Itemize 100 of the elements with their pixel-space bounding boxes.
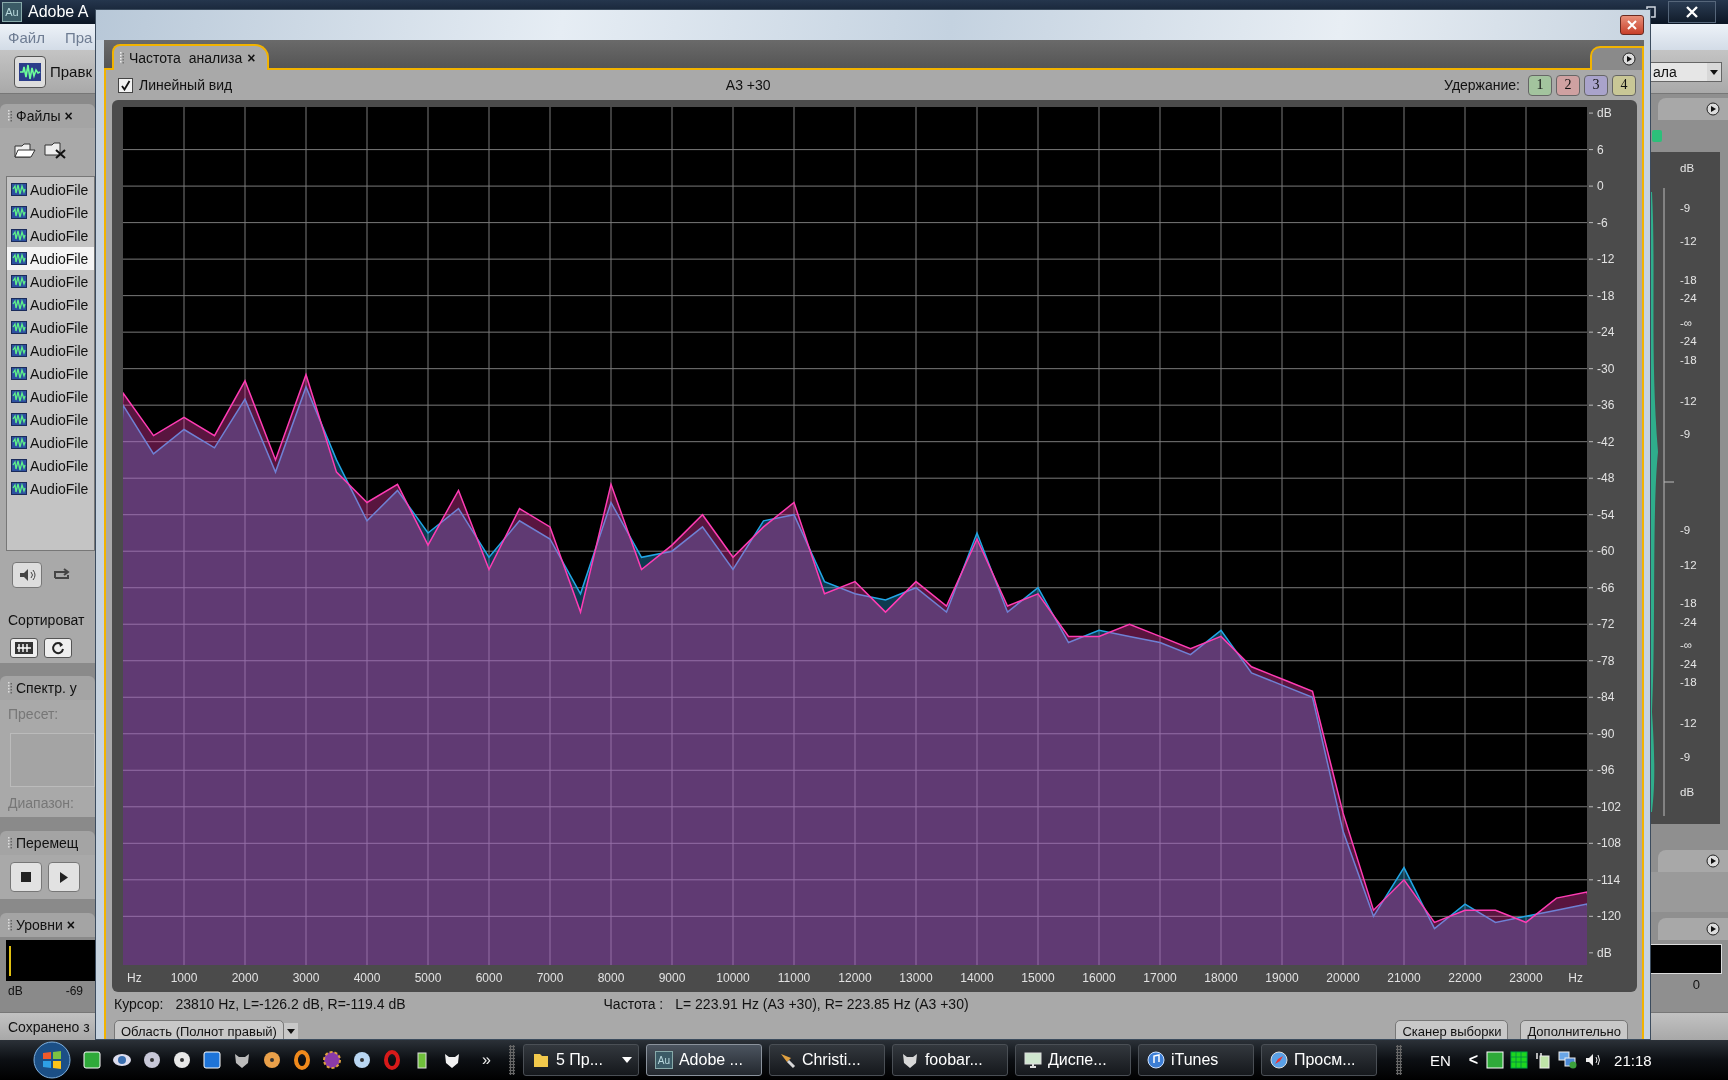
close-button[interactable]: × [66, 917, 75, 933]
waveform-file-icon [11, 275, 27, 288]
power-plug-icon[interactable] [1534, 1051, 1553, 1069]
panel-menu-icon[interactable] [1622, 52, 1636, 66]
waveform-file-icon [11, 321, 27, 334]
panel-tab[interactable]: Перемещ [0, 831, 95, 855]
workspace-dropdown[interactable]: ала [1650, 61, 1722, 82]
file-item[interactable]: AudioFile [7, 201, 94, 224]
file-item[interactable]: AudioFile [7, 362, 94, 385]
refresh-button[interactable] [44, 638, 72, 658]
panel-menu-icon[interactable] [1706, 854, 1720, 868]
monitor-icon [1023, 1051, 1042, 1069]
file-item[interactable]: AudioFile [7, 224, 94, 247]
panel-tab[interactable]: Спектр. у [0, 676, 95, 700]
linear-view-checkbox[interactable]: Линейный вид [118, 77, 233, 93]
workspace-button[interactable] [14, 55, 46, 88]
panel-tab[interactable]: Частота анализа × [112, 44, 270, 70]
panel-button[interactable]: Сканер выборки [1395, 1020, 1509, 1039]
file-item[interactable]: AudioFile [7, 454, 94, 477]
close-button[interactable] [1620, 15, 1644, 35]
hold-button[interactable]: 4 [1612, 74, 1636, 96]
axis-label: 18000 [1204, 971, 1238, 985]
taskbar-button[interactable]: 5 Пр... [522, 1044, 639, 1076]
book-icon[interactable] [202, 1050, 222, 1070]
panel-tab[interactable] [1658, 850, 1728, 872]
preview-button[interactable] [12, 562, 42, 588]
hold-button[interactable]: 1 [1528, 74, 1552, 96]
file-item[interactable]: AudioFile [7, 178, 94, 201]
network-icon[interactable] [1558, 1051, 1579, 1069]
file-item[interactable]: AudioFile [7, 339, 94, 362]
waveform-file-icon [11, 252, 27, 265]
folder-remove-icon[interactable] [44, 141, 66, 159]
overflow-button[interactable]: » [482, 1051, 491, 1069]
axis-label: -30 [1597, 361, 1615, 376]
file-item[interactable]: AudioFile [7, 431, 94, 454]
axis-label: 4000 [353, 971, 381, 985]
gear-icon[interactable] [322, 1050, 342, 1070]
folder-icon [531, 1051, 550, 1069]
grip-icon [8, 682, 12, 694]
panel-menu-icon[interactable] [1706, 102, 1720, 116]
language-indicator[interactable]: EN [1429, 1051, 1451, 1069]
scale-label: -24 [1680, 335, 1697, 347]
disc-icon[interactable] [142, 1050, 162, 1070]
scale-label: -12 [1680, 235, 1697, 247]
disc-icon[interactable] [352, 1050, 372, 1070]
panel-tab[interactable] [1658, 918, 1728, 940]
scale-label: dB [8, 984, 23, 998]
file-item[interactable]: AudioFile [7, 247, 94, 270]
clock[interactable]: 21:18 [1614, 1051, 1652, 1069]
file-item[interactable]: AudioFile [7, 270, 94, 293]
open-folder-icon[interactable] [14, 141, 36, 159]
axis-label: -120 [1597, 909, 1622, 924]
hold-button[interactable]: 2 [1556, 74, 1580, 96]
axis-label: -18 [1597, 288, 1615, 303]
close-button[interactable]: × [247, 50, 256, 66]
scale-label: -18 [1680, 354, 1697, 366]
grid-icon[interactable] [1510, 1051, 1529, 1069]
panel-tab[interactable]: Уровни × [0, 913, 95, 937]
disc-icon[interactable] [172, 1050, 192, 1070]
taskbar-button[interactable]: Au Adobe ... [645, 1044, 762, 1076]
taskbar-button[interactable]: Просм... [1260, 1044, 1377, 1076]
stop-button[interactable] [10, 862, 42, 892]
hold-button[interactable]: 3 [1584, 74, 1608, 96]
square-icon[interactable] [1486, 1051, 1505, 1069]
scale-label: -24 [1680, 658, 1697, 670]
sort-button[interactable] [10, 638, 38, 658]
axis-label: -36 [1597, 398, 1615, 413]
axis-label: 7000 [536, 971, 564, 985]
axis-label: -102 [1597, 799, 1622, 814]
file-item[interactable]: AudioFile [7, 408, 94, 431]
axis-label: 16000 [1082, 971, 1116, 985]
panel-tab[interactable]: Файлы × [0, 104, 95, 128]
axis-label: dB [1597, 106, 1612, 121]
panel-title: Файлы [16, 108, 61, 124]
file-item[interactable]: AudioFile [7, 385, 94, 408]
taskbar-button[interactable]: iTunes [1137, 1044, 1254, 1076]
taskbar-button[interactable]: foobar... [891, 1044, 1008, 1076]
waveform-file-icon [11, 183, 27, 196]
grip-icon [8, 110, 12, 122]
start-button-icon[interactable] [32, 1040, 72, 1080]
close-button[interactable]: × [64, 108, 73, 124]
panel-menu-icon[interactable] [1706, 922, 1720, 936]
app-logo: Au [2, 2, 22, 22]
file-item[interactable]: AudioFile [7, 293, 94, 316]
play-button[interactable] [48, 862, 80, 892]
show-hidden-icons-button[interactable]: < [1468, 1051, 1479, 1069]
ring-icon[interactable] [382, 1050, 402, 1070]
panel-button[interactable]: Дополнительно [1520, 1020, 1628, 1039]
region-dropdown[interactable]: Область (Полнот правый) [114, 1020, 284, 1039]
status-text: Сохранено з [8, 1018, 90, 1035]
file-item[interactable]: AudioFile [7, 477, 94, 500]
taskbar-button[interactable]: Диспе... [1014, 1044, 1131, 1076]
close-icon [1627, 20, 1637, 30]
scale-label: 0 [1692, 976, 1700, 992]
taskbar-button[interactable]: Christi... [768, 1044, 885, 1076]
square-icon[interactable] [82, 1050, 102, 1070]
track-button[interactable] [1652, 130, 1662, 142]
close-button[interactable] [1668, 1, 1716, 23]
panel-tab[interactable] [1658, 98, 1728, 120]
file-item[interactable]: AudioFile [7, 316, 94, 339]
